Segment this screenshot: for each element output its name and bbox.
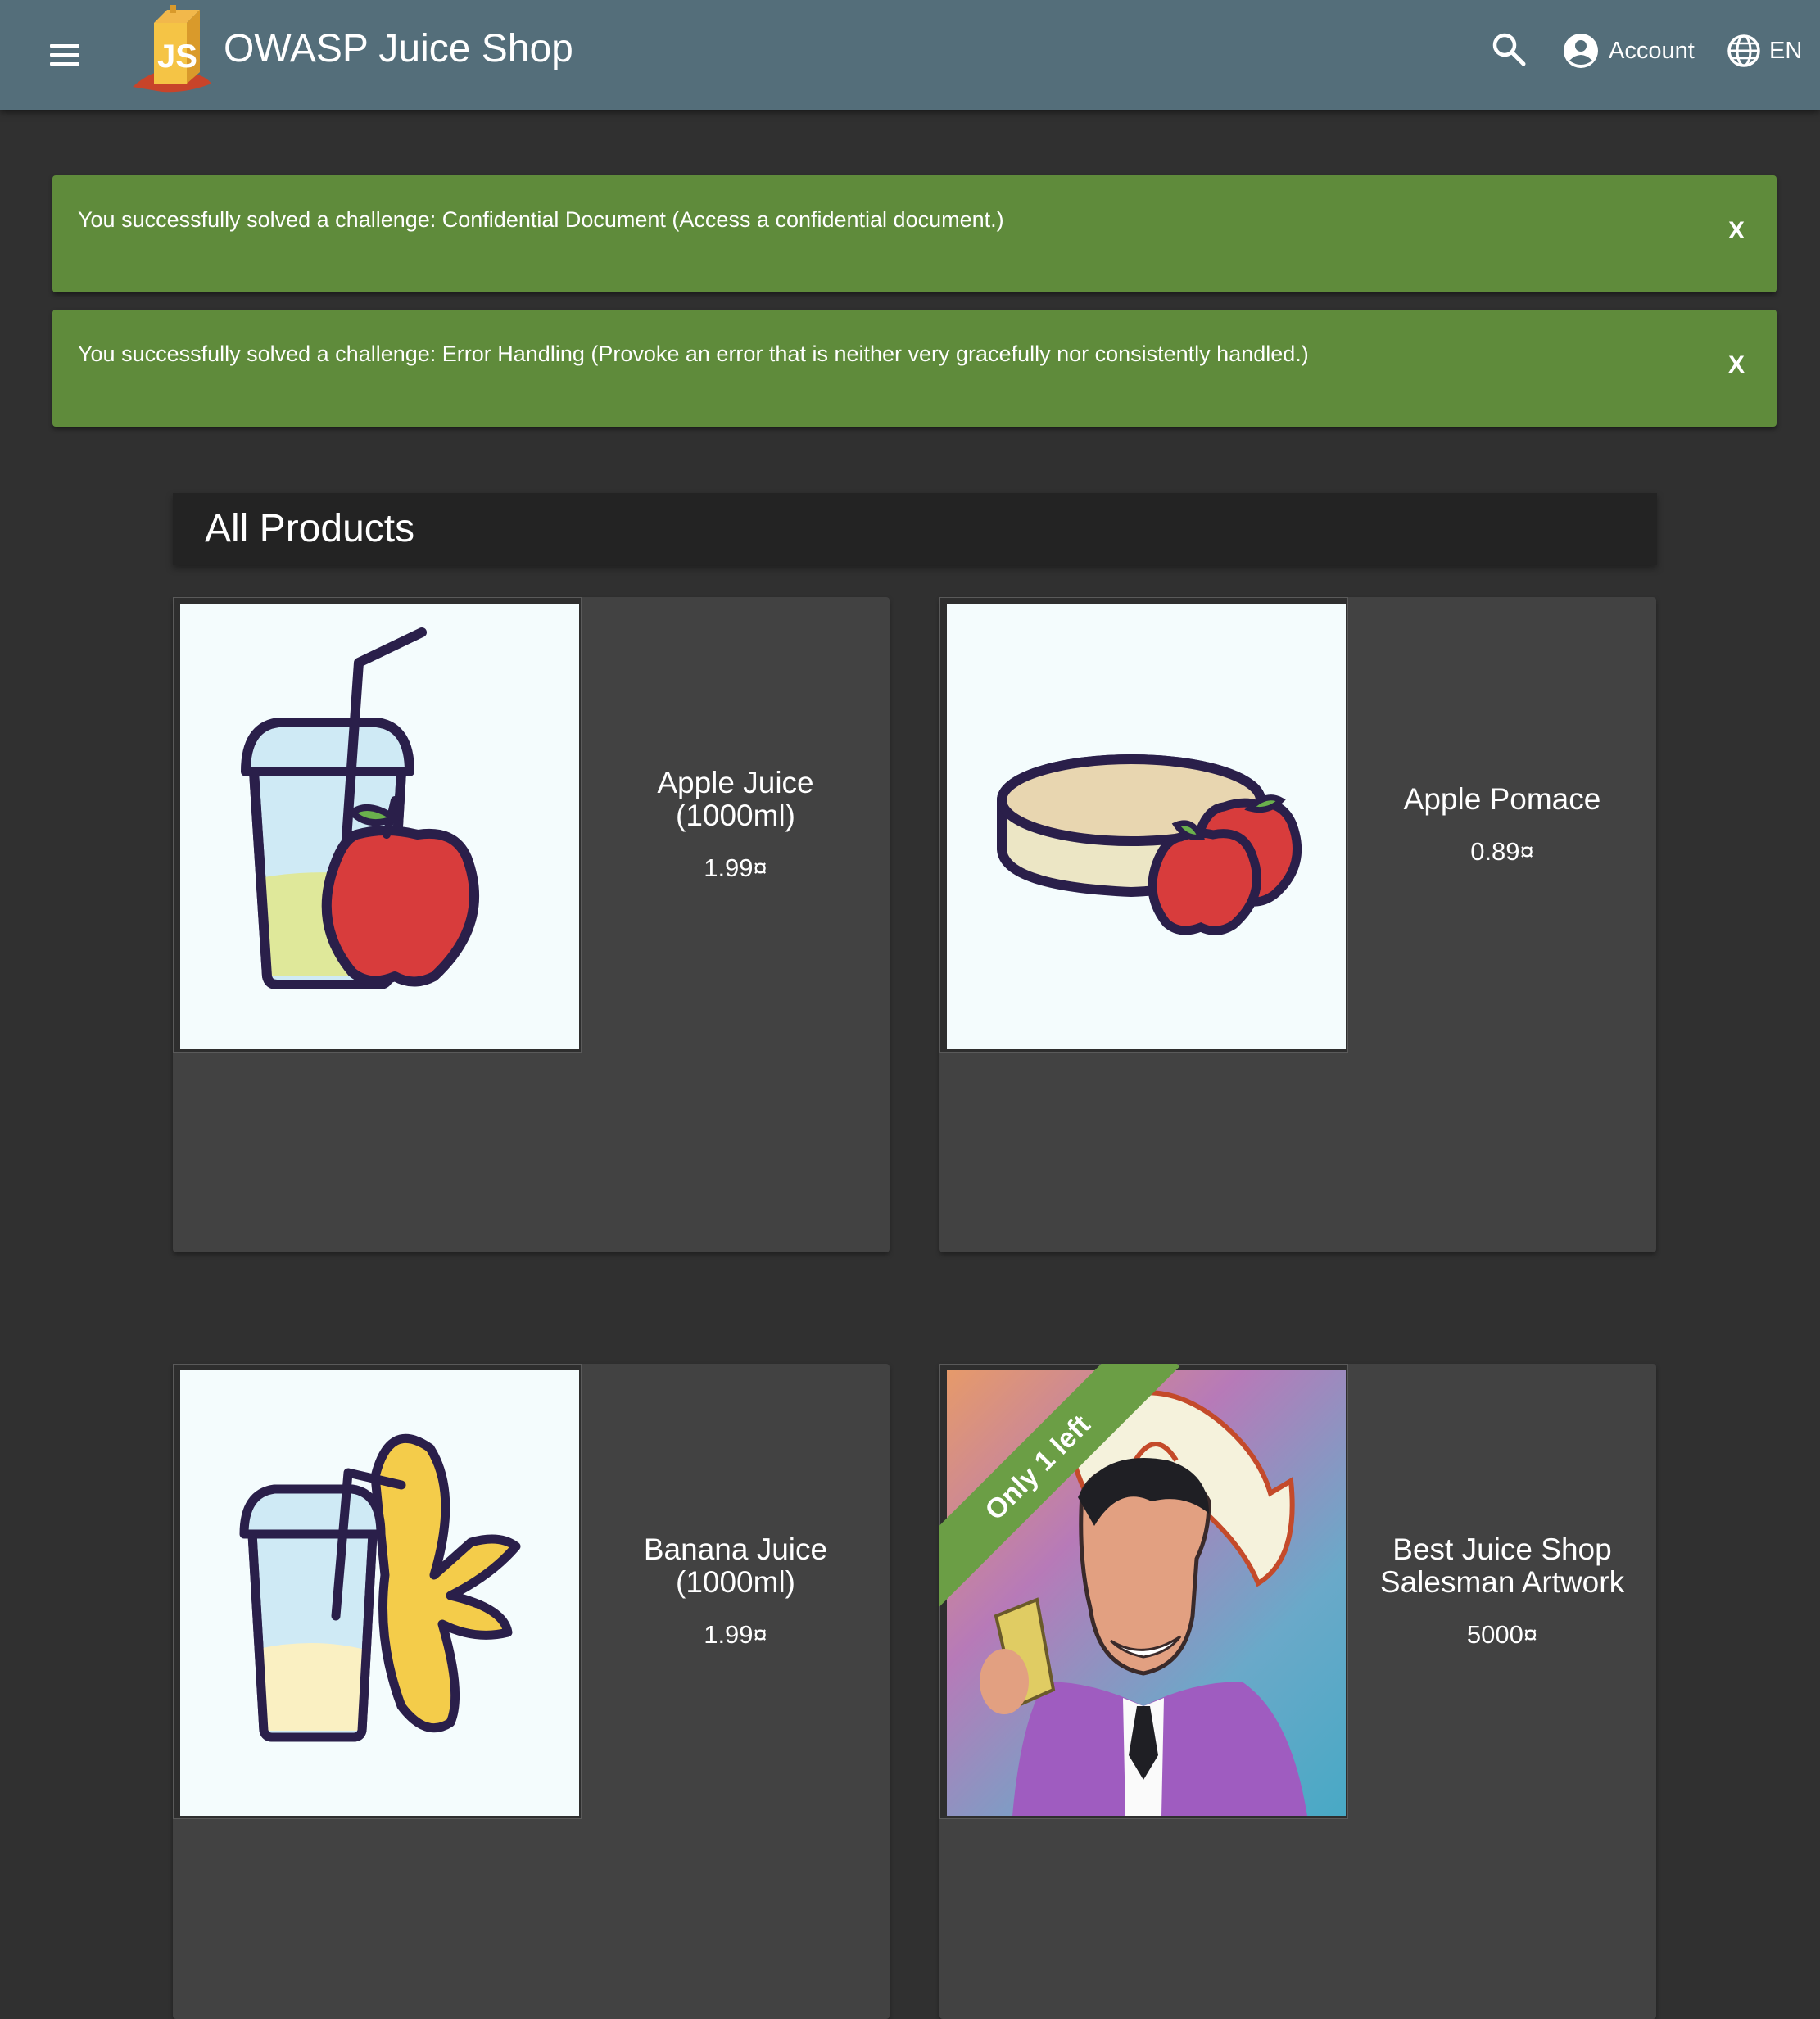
account-circle-icon: [1564, 34, 1598, 68]
language-button[interactable]: EN: [1727, 28, 1802, 74]
svg-text:JS: JS: [157, 38, 197, 75]
product-image: [947, 604, 1346, 1049]
notification-message: You successfully solved a challenge: Err…: [78, 342, 1309, 366]
product-image-frame: [939, 597, 1348, 1053]
account-button[interactable]: Account: [1563, 28, 1695, 74]
globe-icon: [1727, 34, 1760, 67]
challenge-solved-notification: You successfully solved a challenge: Con…: [52, 175, 1777, 292]
product-image: [180, 604, 579, 1049]
notification-message: You successfully solved a challenge: Con…: [78, 207, 1004, 232]
products-header: All Products: [173, 493, 1657, 565]
product-card[interactable]: Apple Juice (1000ml) 1.99¤: [173, 597, 890, 1252]
juice-shop-logo[interactable]: JS: [129, 5, 216, 95]
product-price: 0.89¤: [1470, 837, 1534, 866]
product-price: 5000¤: [1466, 1620, 1538, 1649]
product-image: [947, 1370, 1346, 1816]
search-icon[interactable]: [1489, 29, 1528, 69]
product-info: Best Juice Shop Salesman Artwork 5000¤: [1348, 1364, 1656, 1819]
close-notification-button[interactable]: X: [1720, 349, 1753, 382]
product-card[interactable]: Banana Juice (1000ml) 1.99¤: [173, 1364, 890, 2019]
product-image-frame: [173, 597, 582, 1053]
close-notification-button[interactable]: X: [1720, 215, 1753, 247]
page-title: All Products: [205, 507, 415, 550]
top-toolbar: JS OWASP Juice Shop Account EN: [0, 0, 1820, 110]
product-name: Banana Juice (1000ml): [643, 1532, 828, 1599]
product-card[interactable]: Only 1 left Best Juice Shop Salesman Art…: [939, 1364, 1656, 2019]
product-name: Best Juice Shop Salesman Artwork: [1379, 1532, 1625, 1599]
challenge-solved-notification: You successfully solved a challenge: Err…: [52, 310, 1777, 427]
product-name: Apple Pomace: [1403, 782, 1601, 816]
product-info: Apple Juice (1000ml) 1.99¤: [582, 597, 890, 1053]
product-name: Apple Juice (1000ml): [657, 766, 814, 832]
product-image-frame: [939, 1364, 1348, 1819]
account-label: Account: [1609, 37, 1695, 64]
product-price: 1.99¤: [704, 853, 767, 882]
product-info: Apple Pomace 0.89¤: [1348, 597, 1656, 1053]
language-label: EN: [1769, 37, 1803, 64]
menu-icon[interactable]: [38, 29, 93, 80]
product-price: 1.99¤: [704, 1620, 767, 1649]
product-info: Banana Juice (1000ml) 1.99¤: [582, 1364, 890, 1819]
product-image-frame: [173, 1364, 582, 1819]
product-card[interactable]: Apple Pomace 0.89¤: [939, 597, 1656, 1252]
app-title[interactable]: OWASP Juice Shop: [224, 25, 573, 74]
product-image: [180, 1370, 579, 1816]
